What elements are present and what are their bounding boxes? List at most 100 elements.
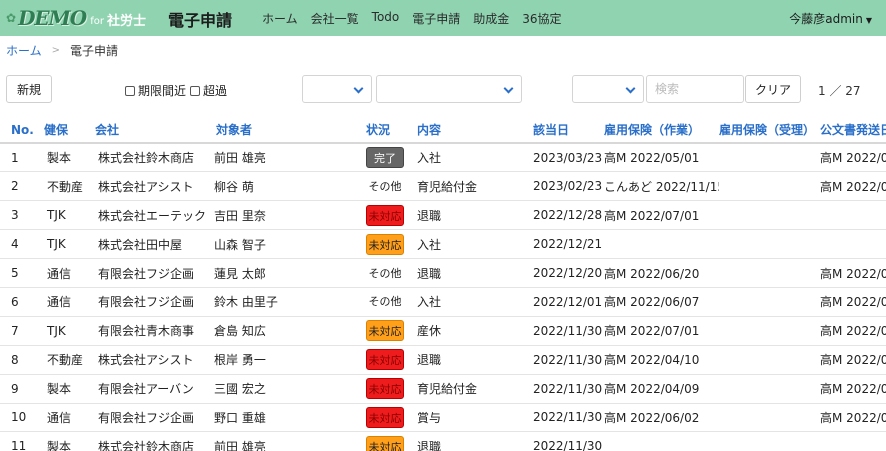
cell-work: 高M 2022/06/02 <box>604 403 719 433</box>
cell-person: 前田 雄亮 <box>211 143 366 173</box>
status-badge[interactable]: 未対応 <box>366 378 404 400</box>
cell-kenpo: TJK <box>44 316 95 346</box>
cell-date: 2022/11/30 <box>533 374 604 404</box>
table-row[interactable]: 2 不動産 株式会社アシスト 柳谷 萌その他 育児給付金 2023/02/23 こんあど 2… <box>0 171 886 202</box>
overdue-label: 超過 <box>203 84 228 98</box>
col-header-sent[interactable]: 公文書発送日(年 <box>820 117 886 144</box>
cell-sent: 高M 2022/06/ <box>820 258 886 288</box>
cell-no: 5 <box>0 258 44 288</box>
nav-item-todo[interactable]: Todo <box>372 10 400 27</box>
logo-for: for <box>90 15 104 27</box>
company-select[interactable] <box>376 75 522 103</box>
status-badge[interactable]: 未対応 <box>366 320 404 342</box>
cell-person: 柳谷 萌 <box>211 171 366 202</box>
breadcrumb-home[interactable]: ホーム <box>6 42 42 59</box>
cell-work: 高M 2022/07/01 <box>604 200 719 231</box>
cell-sent: 高M 2022/05/ <box>820 143 886 173</box>
new-button[interactable]: 新規 <box>6 75 52 103</box>
cell-status: 未対応 <box>366 316 417 346</box>
cell-status: その他 <box>366 171 417 202</box>
cell-status: 未対応 <box>366 345 417 375</box>
status-badge[interactable]: 未対応 <box>366 406 404 428</box>
filter-toolbar: 新規 期限間近 超過 クリア 1 ／ 27 <box>0 74 886 104</box>
cell-sent: 高M 2022/05/ <box>820 345 886 375</box>
cell-accept <box>719 403 820 433</box>
status-badge[interactable]: その他 <box>366 263 404 284</box>
status-badge[interactable]: その他 <box>366 176 404 197</box>
cell-person: 三國 宏之 <box>211 374 366 404</box>
cell-person: 倉島 知広 <box>211 316 366 346</box>
app-logo[interactable]: ✿ DEMO for 社労士 <box>6 6 146 30</box>
status-badge[interactable]: 未対応 <box>366 349 404 371</box>
table-row[interactable]: 5 通信 有限会社フジ企画 蓮見 太郎 その他 退職 2022/12/20 高M 2022/0… <box>0 258 886 288</box>
col-header-company[interactable]: 会社 <box>95 117 211 144</box>
status-badge[interactable]: 未対応 <box>366 435 404 451</box>
cell-date: 2022/12/01 <box>533 287 604 317</box>
table-row[interactable]: 10 通信 有限会社フジ企画 野口 重雄 未対応 賞与 2022/11/30 高M 2022/… <box>0 403 886 433</box>
user-menu[interactable]: 今藤彦admin ▼ <box>789 10 872 27</box>
status-badge[interactable]: その他 <box>366 291 404 312</box>
search-input[interactable] <box>646 75 744 103</box>
deadline-checkbox[interactable]: 期限間近 <box>125 82 186 99</box>
cell-status: 未対応 <box>366 403 417 433</box>
cell-company: 有限会社フジ企画 <box>95 403 211 433</box>
cell-person: 吉田 里奈 <box>211 200 366 231</box>
cell-no: 8 <box>0 345 44 375</box>
applications-table: No. 健保 会社 対象者 状況 内容 該当日 雇用保険（作業） 雇用保険（受理… <box>0 117 886 451</box>
cell-content: 育児給付金 <box>417 374 533 404</box>
cell-work: こんあど 2022/11/15 <box>604 171 719 202</box>
cell-content: 育児給付金 <box>417 171 533 202</box>
col-header-accept[interactable]: 雇用保険（受理） <box>719 117 820 144</box>
clear-button[interactable]: クリア <box>745 75 801 103</box>
cell-work: 高M 2022/06/20 <box>604 258 719 288</box>
kenpo-select[interactable] <box>302 75 372 103</box>
cell-date: 2022/11/30 <box>533 431 604 451</box>
col-header-content[interactable]: 内容 <box>417 117 533 144</box>
cell-date: 2022/11/30 <box>533 316 604 346</box>
cell-content: 賞与 <box>417 403 533 433</box>
col-header-date[interactable]: 該当日 <box>533 117 604 144</box>
nav-item-home[interactable]: ホーム <box>262 10 298 27</box>
cell-date: 2022/12/20 <box>533 258 604 288</box>
col-header-person[interactable]: 対象者 <box>211 117 366 144</box>
cell-work: 高M 2022/06/07 <box>604 287 719 317</box>
overdue-checkbox[interactable]: 超過 <box>190 82 227 99</box>
col-header-kenpo[interactable]: 健保 <box>44 117 95 144</box>
cell-work: 高M 2022/07/01 <box>604 316 719 346</box>
nav-item-subsidy[interactable]: 助成金 <box>473 10 509 27</box>
status-badge[interactable]: 未対応 <box>366 233 404 255</box>
deadline-label: 期限間近 <box>138 84 187 98</box>
status-badge[interactable]: 未対応 <box>366 204 404 226</box>
table-row[interactable]: 1 製本 株式会社鈴木商店 前田 雄亮 完了 入社 2023/03/23 高M 2022/05… <box>0 143 886 173</box>
cell-kenpo: 不動産 <box>44 345 95 375</box>
cell-status: 未対応 <box>366 374 417 404</box>
table-row[interactable]: 9 製本 有限会社アーバン 三國 宏之 未対応 育児給付金 2022/11/30 高M 202… <box>0 374 886 404</box>
checkbox-icon <box>190 85 200 96</box>
table-row[interactable]: 8 不動産 株式会社アシスト 根岸 勇一 未対応 退職 2022/11/30 高M 2022/… <box>0 345 886 375</box>
table-row[interactable]: 6 通信 有限会社フジ企画 鈴木 由里子 その他 入社 2022/12/01 高M 2022/… <box>0 287 886 317</box>
table-row[interactable]: 11 製本 株式会社鈴木商店 前田 雄亮 未対応 退職 2022/11/30 <box>0 431 886 451</box>
cell-work: 高M 2022/04/10 <box>604 345 719 375</box>
cell-date: 2022/11/30 <box>533 345 604 375</box>
cell-kenpo: 製本 <box>44 143 95 173</box>
nav-item-e-application[interactable]: 電子申請 <box>412 10 460 27</box>
cell-accept <box>719 143 820 173</box>
nav-item-companies[interactable]: 会社一覧 <box>311 10 359 27</box>
cell-company: 株式会社鈴木商店 <box>95 431 211 451</box>
nav-item-36-agreement[interactable]: 36協定 <box>522 10 561 27</box>
cell-person: 根岸 勇一 <box>211 345 366 375</box>
col-header-work[interactable]: 雇用保険（作業） <box>604 117 719 144</box>
chevron-down-icon <box>503 83 514 94</box>
cell-content: 入社 <box>417 143 533 173</box>
status-badge[interactable]: 完了 <box>366 147 404 169</box>
status-select[interactable] <box>572 75 644 103</box>
cell-content: 入社 <box>417 229 533 260</box>
cell-sent: 高M 2022/06/ <box>820 287 886 317</box>
table-row[interactable]: 3 TJK 株式会社エーテック 吉田 里奈 未対応 退職 2022/12/28 高M 2022… <box>0 200 886 231</box>
table-row[interactable]: 4 TJK 株式会社田中屋 山森 智子 未対応 入社 2022/12/21 <box>0 229 886 260</box>
col-header-status[interactable]: 状況 <box>366 117 417 144</box>
col-header-no[interactable]: No. <box>0 117 44 144</box>
checkbox-icon <box>125 85 135 96</box>
table-row[interactable]: 7 TJK 有限会社青木商事 倉島 知広 未対応 産休 2022/11/30 高M 2022/… <box>0 316 886 346</box>
cell-company: 有限会社アーバン <box>95 374 211 404</box>
